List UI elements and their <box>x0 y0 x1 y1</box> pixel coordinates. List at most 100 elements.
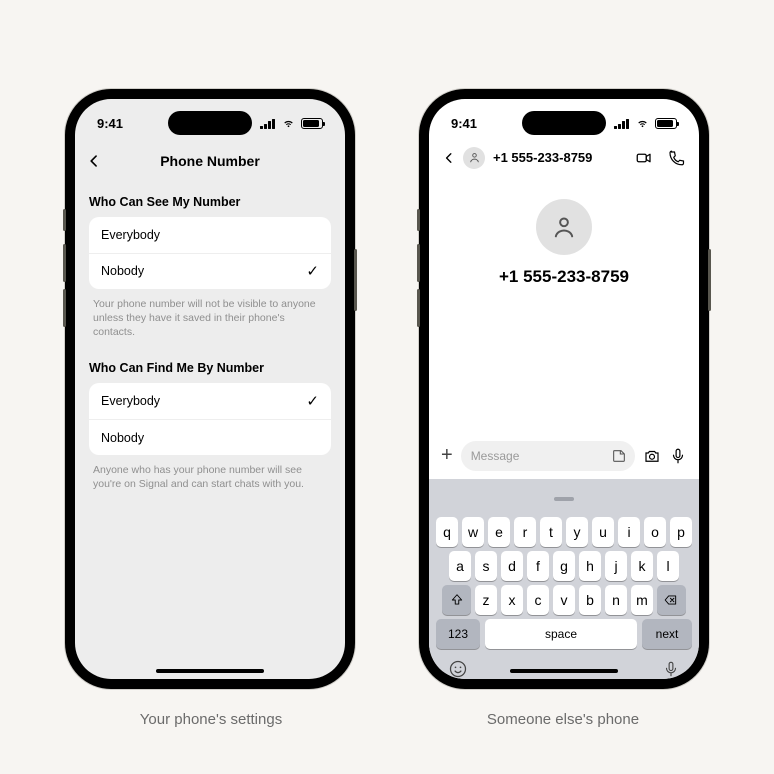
helper-see: Your phone number will not be visible to… <box>89 289 331 340</box>
cellular-icon <box>614 119 630 129</box>
key-g[interactable]: g <box>553 551 576 581</box>
status-time: 9:41 <box>97 116 123 131</box>
nav-bar: Phone Number <box>75 145 345 177</box>
space-key[interactable]: space <box>485 619 637 649</box>
phone-chat: 9:41 +1 555-233-8759 <box>419 89 709 689</box>
emoji-key[interactable] <box>448 659 468 679</box>
key-n[interactable]: n <box>605 585 628 615</box>
power-button <box>354 249 357 311</box>
battery-icon <box>655 118 677 129</box>
home-indicator[interactable] <box>510 669 618 673</box>
key-d[interactable]: d <box>501 551 524 581</box>
key-e[interactable]: e <box>488 517 511 547</box>
dynamic-island <box>522 111 606 135</box>
key-v[interactable]: v <box>553 585 576 615</box>
numbers-key[interactable]: 123 <box>436 619 480 649</box>
option-find-everybody[interactable]: Everybody ✓ <box>89 383 331 419</box>
key-t[interactable]: t <box>540 517 563 547</box>
camera-icon <box>643 447 661 465</box>
mic-icon <box>669 447 687 465</box>
side-button <box>63 209 66 231</box>
option-label: Nobody <box>101 264 144 278</box>
power-button <box>708 249 711 311</box>
key-r[interactable]: r <box>514 517 537 547</box>
person-icon <box>468 151 481 164</box>
volume-down-button <box>63 289 66 327</box>
key-i[interactable]: i <box>618 517 641 547</box>
composer: + Message <box>429 435 699 479</box>
key-y[interactable]: y <box>566 517 589 547</box>
video-call-button[interactable] <box>635 149 653 167</box>
key-z[interactable]: z <box>475 585 498 615</box>
mic-icon <box>662 659 680 679</box>
option-find-nobody[interactable]: Nobody <box>89 419 331 455</box>
message-placeholder: Message <box>471 449 520 463</box>
audio-call-button[interactable] <box>667 149 685 167</box>
key-s[interactable]: s <box>475 551 498 581</box>
avatar-large[interactable] <box>536 199 592 255</box>
key-q[interactable]: q <box>436 517 459 547</box>
key-b[interactable]: b <box>579 585 602 615</box>
key-a[interactable]: a <box>449 551 472 581</box>
key-m[interactable]: m <box>631 585 654 615</box>
mic-button[interactable] <box>669 447 687 465</box>
key-j[interactable]: j <box>605 551 628 581</box>
caption-right: Someone else's phone <box>419 711 707 728</box>
helper-find: Anyone who has your phone number will se… <box>89 455 331 491</box>
see-options-group: Everybody Nobody ✓ <box>89 217 331 289</box>
status-time: 9:41 <box>451 116 477 131</box>
key-x[interactable]: x <box>501 585 524 615</box>
key-p[interactable]: p <box>670 517 693 547</box>
contact-display-number: +1 555-233-8759 <box>429 267 699 287</box>
next-key[interactable]: next <box>642 619 692 649</box>
avatar-small[interactable] <box>463 147 485 169</box>
volume-down-button <box>417 289 420 327</box>
message-input[interactable]: Message <box>461 441 635 471</box>
person-icon <box>550 213 578 241</box>
autocomplete-bar <box>432 485 696 513</box>
caption-left: Your phone's settings <box>67 711 355 728</box>
find-options-group: Everybody ✓ Nobody <box>89 383 331 455</box>
option-label: Everybody <box>101 228 160 242</box>
option-see-nobody[interactable]: Nobody ✓ <box>89 253 331 289</box>
key-o[interactable]: o <box>644 517 667 547</box>
section-title-find: Who Can Find Me By Number <box>89 361 331 375</box>
key-h[interactable]: h <box>579 551 602 581</box>
key-f[interactable]: f <box>527 551 550 581</box>
backspace-key[interactable] <box>657 585 686 615</box>
option-see-everybody[interactable]: Everybody <box>89 217 331 253</box>
section-title-see: Who Can See My Number <box>89 195 331 209</box>
dynamic-island <box>168 111 252 135</box>
volume-up-button <box>63 244 66 282</box>
camera-button[interactable] <box>643 447 661 465</box>
video-icon <box>635 149 653 167</box>
key-w[interactable]: w <box>462 517 485 547</box>
backspace-icon <box>663 593 679 607</box>
battery-icon <box>301 118 323 129</box>
volume-up-button <box>417 244 420 282</box>
shift-key[interactable] <box>442 585 471 615</box>
emoji-icon <box>448 659 468 679</box>
key-k[interactable]: k <box>631 551 654 581</box>
option-label: Everybody <box>101 394 160 408</box>
chat-body: +1 555-233-8759 <box>429 177 699 287</box>
wifi-icon <box>635 118 650 129</box>
keyboard: qwertyuiop asdfghjkl zxcvbnm 123 space n… <box>429 479 699 679</box>
cellular-icon <box>260 119 276 129</box>
phone-settings: 9:41 Phone Number Who Can See My Number … <box>65 89 355 689</box>
checkmark-icon: ✓ <box>306 262 319 280</box>
checkmark-icon: ✓ <box>306 392 319 410</box>
contact-title[interactable]: +1 555-233-8759 <box>493 150 627 165</box>
dictate-key[interactable] <box>662 659 680 679</box>
key-u[interactable]: u <box>592 517 615 547</box>
back-button[interactable] <box>443 151 455 165</box>
key-l[interactable]: l <box>657 551 680 581</box>
option-label: Nobody <box>101 431 144 445</box>
shift-icon <box>450 593 464 607</box>
sticker-button[interactable] <box>611 448 627 464</box>
nav-title: Phone Number <box>75 153 345 169</box>
home-indicator[interactable] <box>156 669 264 673</box>
key-c[interactable]: c <box>527 585 550 615</box>
attach-button[interactable]: + <box>441 444 453 467</box>
phone-icon <box>667 149 685 167</box>
